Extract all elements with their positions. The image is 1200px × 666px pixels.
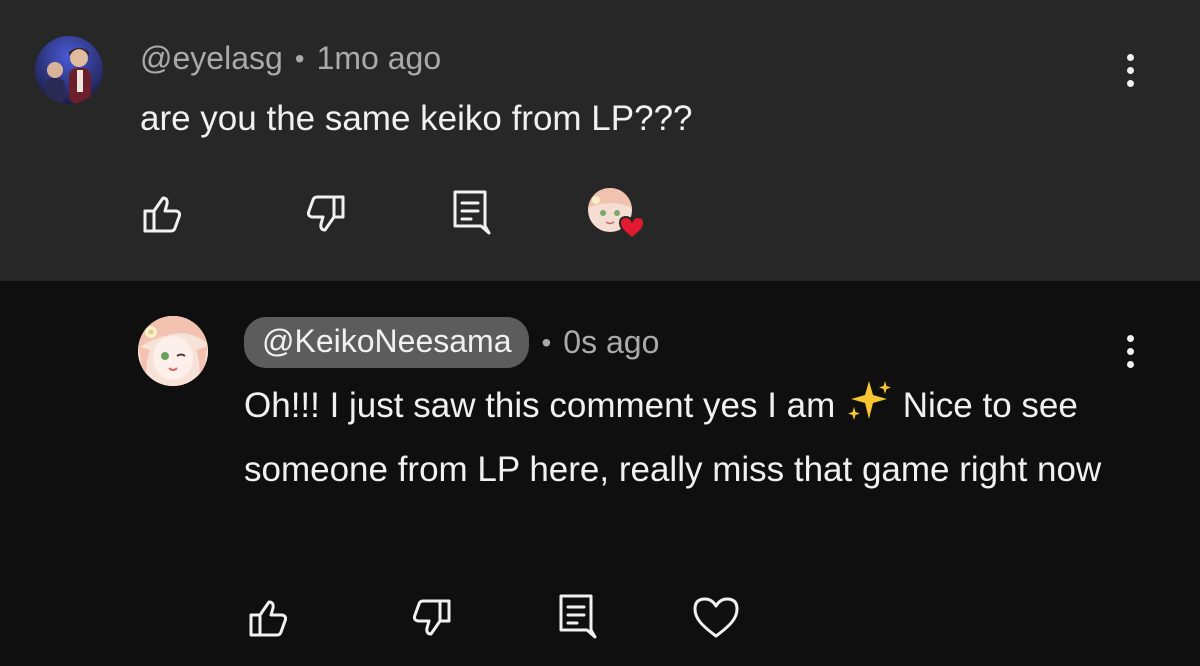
thumbs-up-icon [249, 600, 288, 637]
reply-author-avatar[interactable] [138, 316, 208, 386]
reply-button[interactable] [444, 186, 496, 238]
reply-thread-item: @KeikoNeesama • 0s ago Oh!!! I just saw … [0, 281, 1200, 666]
dot-icon [1126, 79, 1134, 87]
creator-heart-badge[interactable] [584, 186, 654, 246]
creator-heart-icon [588, 188, 646, 240]
dot-icon [1126, 334, 1134, 342]
dot-icon [1126, 360, 1134, 368]
user-avatar-photo-icon [35, 36, 103, 104]
sparkles-icon [845, 379, 893, 441]
sparkles-emoji-icon [848, 381, 892, 420]
reply-author-handle[interactable]: @KeikoNeesama [244, 317, 530, 368]
dislike-button[interactable] [300, 188, 352, 240]
comment-author[interactable]: @eyelasg [140, 40, 283, 77]
comment-time[interactable]: 1mo ago [317, 40, 442, 77]
reply-meta: @KeikoNeesama • 0s ago [244, 317, 659, 368]
comment-reply-icon [559, 594, 597, 639]
dot-icon [1126, 53, 1134, 61]
heart-outline-icon [693, 597, 739, 638]
thumbs-down-icon [412, 599, 451, 636]
dot-icon [1126, 347, 1134, 355]
thumbs-down-icon [306, 195, 345, 232]
comment-thread-item: @eyelasg • 1mo ago are you the same keik… [0, 0, 1200, 281]
reply-text: Oh!!! I just saw this comment yes I am N… [244, 377, 1144, 499]
comment-meta: @eyelasg • 1mo ago [140, 40, 441, 77]
dot-icon [1126, 66, 1134, 74]
reply-text-part: Oh!!! I just saw this comment yes I am [244, 386, 846, 425]
like-button[interactable] [242, 592, 294, 644]
reply-time[interactable]: 0s ago [563, 324, 659, 361]
more-options-button[interactable] [1115, 326, 1145, 376]
meta-separator: • [294, 42, 305, 74]
comment-text: are you the same keiko from LP??? [140, 99, 693, 138]
more-options-button[interactable] [1115, 45, 1145, 95]
thumbs-up-icon [143, 196, 182, 233]
reply-button[interactable] [550, 590, 602, 642]
dislike-button[interactable] [406, 592, 458, 644]
meta-separator: • [541, 326, 552, 358]
comment-reply-icon [453, 190, 491, 235]
heart-button[interactable] [690, 591, 742, 643]
anime-girl-avatar-icon [138, 316, 208, 386]
like-button[interactable] [136, 188, 188, 240]
commenter-avatar[interactable] [35, 36, 103, 104]
